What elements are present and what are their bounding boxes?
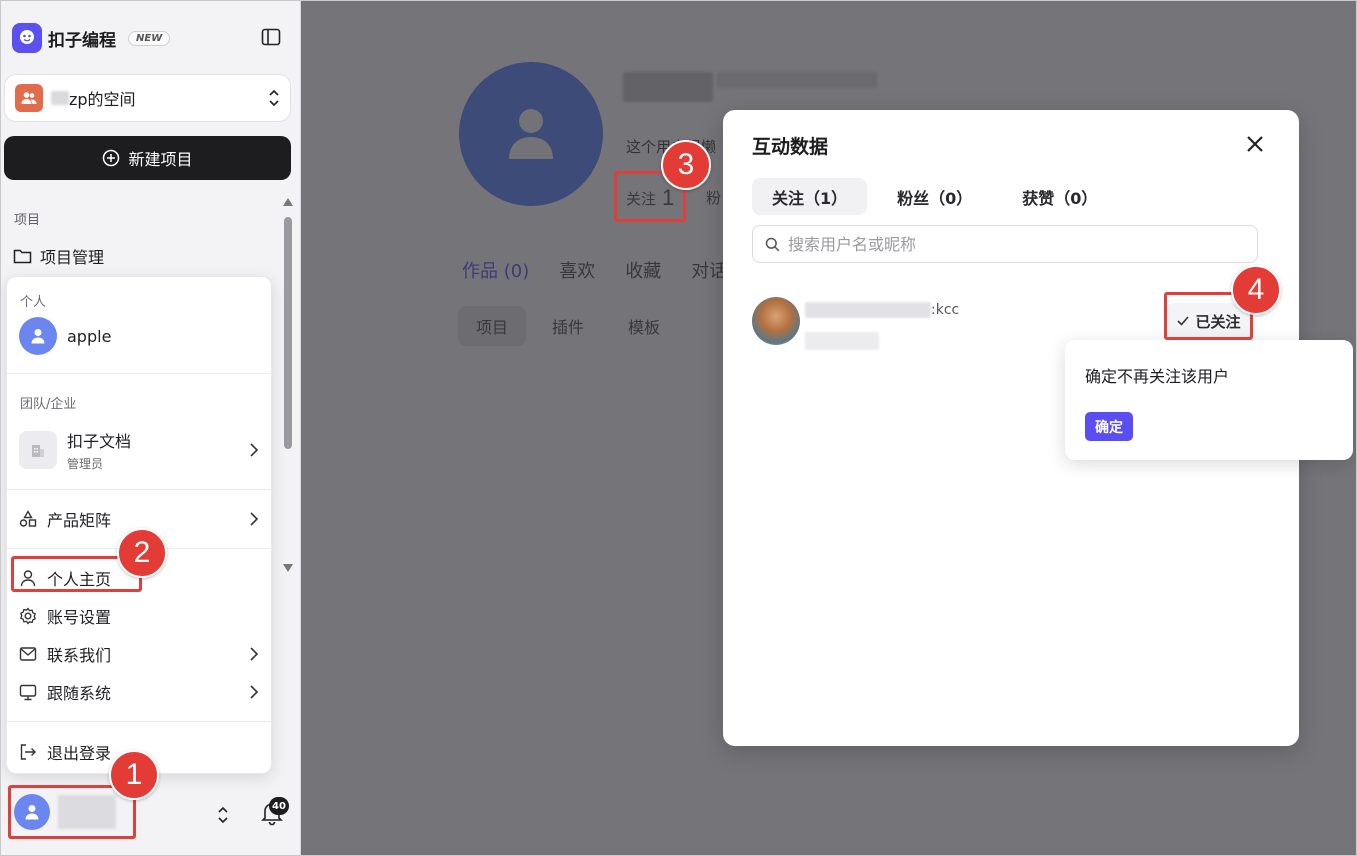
menu-item-account-settings[interactable]: 账号设置 [19, 598, 261, 634]
personal-group-label: 个人 [20, 295, 47, 310]
notification-badge: 40 [269, 797, 289, 815]
new-project-label: 新建项目 [128, 150, 193, 169]
sidebar-item-project-management[interactable]: 项目管理 [13, 244, 104, 268]
personal-name: apple [67, 326, 112, 346]
chevron-right-icon [250, 685, 259, 699]
shapes-icon [19, 510, 37, 527]
tab-following[interactable]: 关注（1） [752, 178, 868, 215]
tab-likes-received[interactable]: 获赞（0） [1002, 178, 1117, 215]
account-menu: 个人 apple 团队/企业 扣子文档 管理员 产品矩阵 个人主页 账号设置 联… [6, 276, 273, 774]
menu-item-label: 产品矩阵 [47, 511, 112, 530]
subtab-plugins[interactable]: 插件 [534, 306, 602, 346]
menu-team-item[interactable]: 扣子文档 管理员 [19, 427, 261, 473]
popover-message: 确定不再关注该用户 [1085, 367, 1230, 386]
tab-favorites[interactable]: 收藏 [625, 257, 661, 283]
profile-fans-label[interactable]: 粉 [706, 187, 721, 208]
sidebar-collapse-icon[interactable] [261, 28, 281, 46]
team-name: 扣子文档 [67, 432, 132, 451]
profile-avatar [459, 62, 603, 206]
app-logo[interactable]: 扣子编程 NEW [12, 22, 171, 54]
close-icon[interactable] [1245, 134, 1265, 154]
profile-tabs: 作品 (0) 喜欢 收藏 对话 [462, 257, 727, 283]
annotation-badge-1: 1 [109, 750, 159, 800]
new-badge: NEW [128, 30, 171, 46]
team-role: 管理员 [67, 457, 104, 471]
logo-icon [12, 23, 42, 53]
unfollow-confirm-popover: 确定不再关注该用户 确定 [1065, 340, 1353, 460]
menu-item-label: 账号设置 [47, 608, 112, 627]
confirm-button[interactable]: 确定 [1085, 412, 1133, 441]
tab-chats[interactable]: 对话 [691, 257, 727, 283]
menu-item-label: 联系我们 [47, 646, 112, 665]
chevron-updown-icon[interactable] [214, 804, 232, 826]
gear-icon [19, 607, 37, 625]
building-icon [19, 431, 57, 469]
menu-item-label: 退出登录 [47, 744, 112, 763]
search-box[interactable] [752, 225, 1258, 263]
folder-icon [13, 249, 32, 264]
space-selector[interactable]: zp的空间 [4, 74, 291, 122]
menu-personal-account[interactable]: apple [19, 317, 261, 355]
menu-divider [7, 373, 273, 374]
chevron-updown-icon [269, 89, 279, 107]
user-icon [509, 109, 553, 159]
search-icon [765, 237, 780, 251]
tab-followers[interactable]: 粉丝（0） [877, 178, 992, 215]
followed-user-name[interactable]: :kcc [805, 302, 959, 318]
profile-subtabs: 项目 插件 模板 [458, 306, 678, 346]
annotation-badge-3: 3 [661, 140, 711, 190]
user-avatar [19, 317, 57, 355]
followed-user-bio-blur [805, 332, 879, 350]
followed-user-avatar[interactable] [752, 297, 800, 345]
plus-circle-icon [103, 149, 120, 167]
team-icon [15, 84, 43, 112]
chevron-right-icon [250, 512, 259, 526]
space-name-blur [51, 91, 69, 105]
modal-tabs: 关注（1） 粉丝（0） 获赞（0） [752, 178, 1117, 215]
logo-text: 扣子编程 [48, 30, 116, 51]
menu-item-theme[interactable]: 跟随系统 [19, 674, 261, 710]
project-management-label: 项目管理 [40, 248, 105, 267]
tab-works[interactable]: 作品 (0) [462, 257, 529, 283]
scroll-thumb[interactable] [284, 217, 292, 449]
sidebar-scrollbar[interactable] [282, 195, 294, 575]
chevron-right-icon [250, 443, 259, 457]
username-suffix: :kcc [931, 302, 960, 318]
section-label: 项目 [14, 213, 41, 228]
annotation-badge-2: 2 [117, 528, 167, 578]
menu-item-contact-us[interactable]: 联系我们 [19, 636, 261, 672]
logout-icon [20, 744, 36, 760]
scroll-down-icon[interactable] [282, 563, 294, 573]
search-input[interactable] [788, 234, 1228, 254]
team-group-label: 团队/企业 [20, 397, 77, 412]
space-name: zp的空间 [69, 90, 136, 109]
chevron-right-icon [250, 647, 259, 661]
tab-likes[interactable]: 喜欢 [559, 257, 595, 283]
scroll-up-icon[interactable] [282, 197, 294, 207]
menu-item-label: 跟随系统 [47, 684, 112, 703]
annotation-badge-4: 4 [1231, 265, 1281, 315]
subtab-templates[interactable]: 模板 [610, 306, 678, 346]
menu-divider [7, 721, 273, 722]
new-project-button[interactable]: 新建项目 [4, 136, 291, 180]
menu-divider [7, 489, 273, 490]
profile-name [623, 72, 878, 106]
mail-icon [19, 647, 37, 661]
subtab-projects[interactable]: 项目 [458, 306, 527, 346]
modal-title: 互动数据 [752, 136, 829, 158]
monitor-icon [19, 684, 37, 700]
